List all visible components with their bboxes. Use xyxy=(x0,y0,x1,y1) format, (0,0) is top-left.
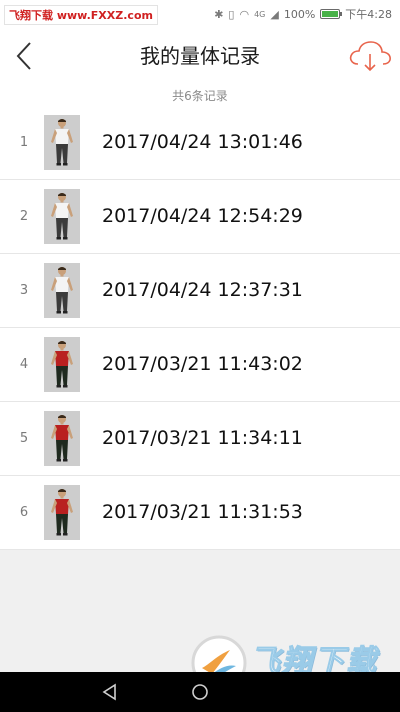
record-datetime: 2017/03/21 11:34:11 xyxy=(102,427,303,449)
status-bar: 飞翔下载 www.FXXZ.com ✱ ▯ ◠ 4G ◢ 100% 下午4:28 xyxy=(0,0,400,28)
record-index: 6 xyxy=(19,505,29,520)
record-datetime: 2017/04/24 12:54:29 xyxy=(102,205,303,227)
source-watermark-label: 飞翔下载 www.FXXZ.com xyxy=(4,5,158,25)
nav-home-icon[interactable] xyxy=(190,682,210,702)
record-row[interactable]: 2 2017/04/24 12:54:29 xyxy=(0,180,400,254)
body-figure-icon xyxy=(44,263,80,318)
page-title: 我的量体记录 xyxy=(140,44,260,68)
record-list: 1 2017/04/24 13:01:46 2 2017/04/24 12:54:29… xyxy=(0,106,400,550)
vibrate-icon: ▯ xyxy=(228,7,235,21)
network-type: 4G xyxy=(254,9,266,19)
wifi-icon: ◠ xyxy=(239,7,250,21)
body-model-thumbnail xyxy=(44,411,80,466)
status-icons: ✱ ▯ ◠ 4G ◢ 100% 下午4:28 xyxy=(214,6,392,22)
body-figure-icon xyxy=(44,337,80,392)
record-datetime: 2017/04/24 12:37:31 xyxy=(102,279,303,301)
clock: 下午4:28 xyxy=(345,8,392,21)
record-row[interactable]: 5 2017/03/21 11:34:11 xyxy=(0,402,400,476)
record-datetime: 2017/03/21 11:43:02 xyxy=(102,353,303,375)
record-datetime: 2017/04/24 13:01:46 xyxy=(102,131,303,153)
app-header: 我的量体记录 xyxy=(0,28,400,84)
record-index: 1 xyxy=(19,135,29,150)
cloud-download-button[interactable] xyxy=(346,36,394,76)
record-index: 2 xyxy=(19,209,29,224)
body-figure-icon xyxy=(44,115,80,170)
record-row[interactable]: 4 2017/03/21 11:43:02 xyxy=(0,328,400,402)
battery-fill xyxy=(322,11,339,17)
signal-icon: ◢ xyxy=(270,7,279,21)
record-datetime: 2017/03/21 11:31:53 xyxy=(102,501,303,523)
body-figure-icon xyxy=(44,485,80,540)
body-model-thumbnail xyxy=(44,263,80,318)
record-index: 5 xyxy=(19,431,29,446)
battery-icon xyxy=(320,9,343,19)
chevron-left-icon xyxy=(16,42,31,70)
body-figure-icon xyxy=(44,411,80,466)
body-model-thumbnail xyxy=(44,485,80,540)
nav-back-icon[interactable] xyxy=(100,682,120,702)
battery-percent: 100% xyxy=(283,7,316,21)
body-model-thumbnail xyxy=(44,189,80,244)
body-model-thumbnail xyxy=(44,115,80,170)
body-model-thumbnail xyxy=(44,337,80,392)
record-row[interactable]: 1 2017/04/24 13:01:46 xyxy=(0,106,400,180)
cloud-download-icon xyxy=(349,41,391,72)
record-index: 4 xyxy=(19,357,29,372)
system-nav-bar xyxy=(0,672,400,712)
bluetooth-icon: ✱ xyxy=(214,7,224,21)
record-row[interactable]: 6 2017/03/21 11:31:53 xyxy=(0,476,400,550)
back-button[interactable] xyxy=(6,36,42,76)
record-count: 共6条记录 xyxy=(0,84,400,108)
body-figure-icon xyxy=(44,189,80,244)
record-index: 3 xyxy=(19,283,29,298)
record-row[interactable]: 3 2017/04/24 12:37:31 xyxy=(0,254,400,328)
